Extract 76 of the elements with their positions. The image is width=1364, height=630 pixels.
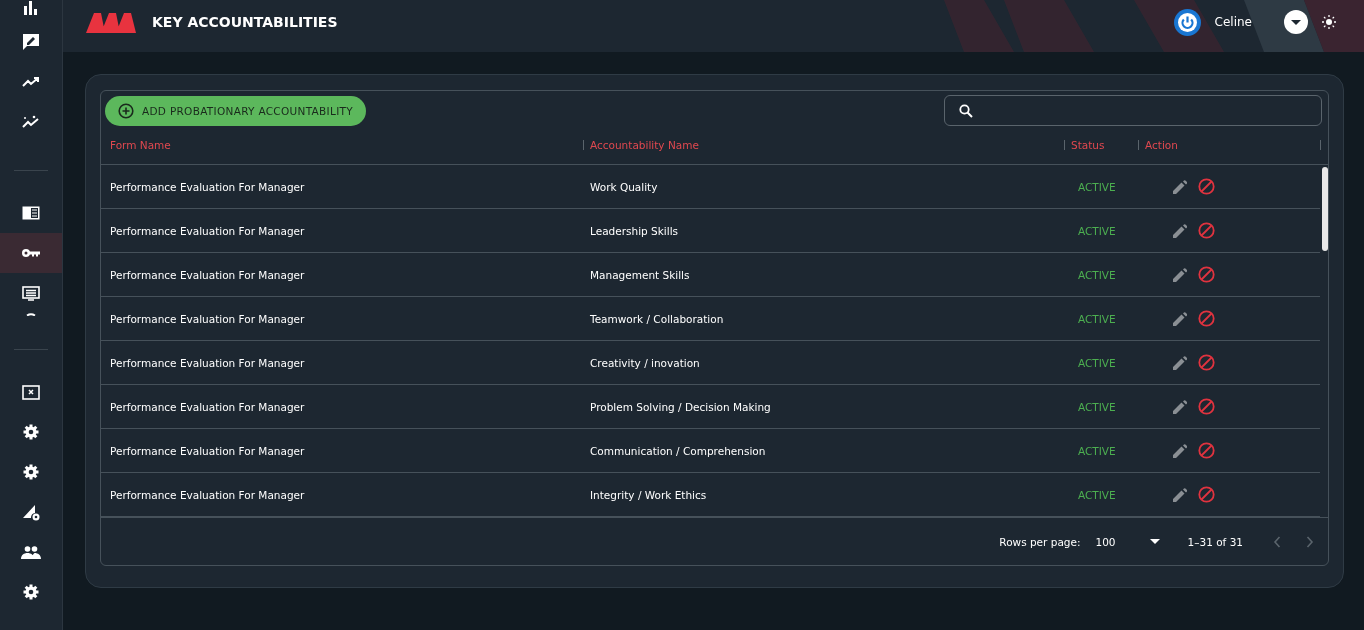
column-header[interactable]: Status: [1071, 139, 1105, 151]
next-page-icon[interactable]: [1306, 535, 1314, 548]
people-icon: [21, 545, 41, 559]
trend-icon: [22, 76, 40, 88]
monitor-icon: [22, 285, 40, 301]
logo-icon: [86, 11, 136, 33]
edit-icon[interactable]: [1173, 355, 1187, 370]
disable-icon[interactable]: [1198, 442, 1215, 459]
table-cell: Creativity / inovation: [590, 356, 700, 369]
table-cell: Performance Evaluation For Manager: [110, 180, 305, 193]
edit-icon[interactable]: [1173, 443, 1187, 458]
table-cell: Performance Evaluation For Manager: [110, 268, 305, 281]
disable-icon[interactable]: [1198, 310, 1215, 327]
page-title: KEY ACCOUNTABILITIES: [152, 14, 338, 30]
table-cell: Performance Evaluation For Manager: [110, 356, 305, 369]
edit-icon[interactable]: [1173, 267, 1187, 282]
status-label: ACTIVE: [1078, 312, 1116, 325]
previous-page-icon[interactable]: [1273, 535, 1281, 548]
status-label: ACTIVE: [1078, 356, 1116, 369]
rows-per-page-label: Rows per page:: [999, 535, 1081, 548]
status-label: ACTIVE: [1078, 488, 1116, 501]
table-cell: Problem Solving / Decision Making: [590, 400, 771, 413]
search-field[interactable]: [944, 95, 1322, 126]
status-label: ACTIVE: [1078, 400, 1116, 413]
table-cell: Integrity / Work Ethics: [590, 488, 707, 501]
settings-icon: [23, 584, 39, 600]
edit-icon[interactable]: [1173, 311, 1187, 326]
table-cell: Performance Evaluation For Manager: [110, 224, 305, 237]
sidebar-item[interactable]: [0, 233, 62, 273]
sparkle-trend-icon: [22, 115, 40, 129]
column-header[interactable]: Accountability Name: [590, 139, 699, 151]
column-header[interactable]: Action: [1145, 139, 1178, 151]
close-box-icon: [22, 384, 40, 400]
disable-icon[interactable]: [1198, 266, 1215, 283]
disable-icon[interactable]: [1198, 222, 1215, 239]
column-header[interactable]: Form Name: [110, 139, 171, 151]
power-icon[interactable]: [1173, 8, 1201, 36]
edit-icon[interactable]: [1173, 179, 1187, 194]
edit-icon[interactable]: [1173, 399, 1187, 414]
rows-per-page-select[interactable]: 100: [1095, 535, 1160, 548]
disable-icon[interactable]: [1198, 354, 1215, 371]
edit-icon[interactable]: [1173, 223, 1187, 238]
disable-icon[interactable]: [1198, 398, 1215, 415]
status-label: ACTIVE: [1078, 180, 1116, 193]
key-icon: [22, 248, 40, 258]
brightness-icon[interactable]: [1322, 15, 1336, 29]
status-label: ACTIVE: [1078, 444, 1116, 457]
status-label: ACTIVE: [1078, 268, 1116, 281]
dropdown-icon[interactable]: [1284, 10, 1308, 34]
icon-top-edge-icon: [26, 313, 36, 316]
table-cell: Performance Evaluation For Manager: [110, 488, 305, 501]
table-cell: Performance Evaluation For Manager: [110, 400, 305, 413]
user-name: Celine: [1214, 15, 1252, 29]
chat-pencil-icon: [22, 33, 40, 51]
scrollbar[interactable]: [1322, 167, 1328, 251]
add-accountability-button[interactable]: ADD PROBATIONARY ACCOUNTABILITY: [105, 95, 366, 126]
table-cell: Performance Evaluation For Manager: [110, 312, 305, 325]
plus-circle-icon: [118, 102, 134, 119]
table-cell: Management Skills: [590, 268, 690, 281]
table-cell: Performance Evaluation For Manager: [110, 444, 305, 457]
table-cell: Work Quality: [590, 180, 658, 193]
edit-icon[interactable]: [1173, 487, 1187, 502]
disable-icon[interactable]: [1198, 178, 1215, 195]
signal-gear-icon: [21, 503, 41, 521]
table-cell: Leadership Skills: [590, 224, 678, 237]
caret-icon: [1149, 539, 1160, 544]
book-icon: [22, 206, 40, 220]
search-icon: [959, 103, 973, 118]
settings-icon: [23, 424, 39, 440]
table-cell: Communication / Comprehension: [590, 444, 766, 457]
status-label: ACTIVE: [1078, 224, 1116, 237]
bar-chart-icon: [23, 0, 39, 16]
table-cell: Teamwork / Collaboration: [590, 312, 724, 325]
settings-icon: [23, 464, 39, 480]
page-range: 1–31 of 31: [1187, 535, 1243, 548]
disable-icon[interactable]: [1198, 486, 1215, 503]
